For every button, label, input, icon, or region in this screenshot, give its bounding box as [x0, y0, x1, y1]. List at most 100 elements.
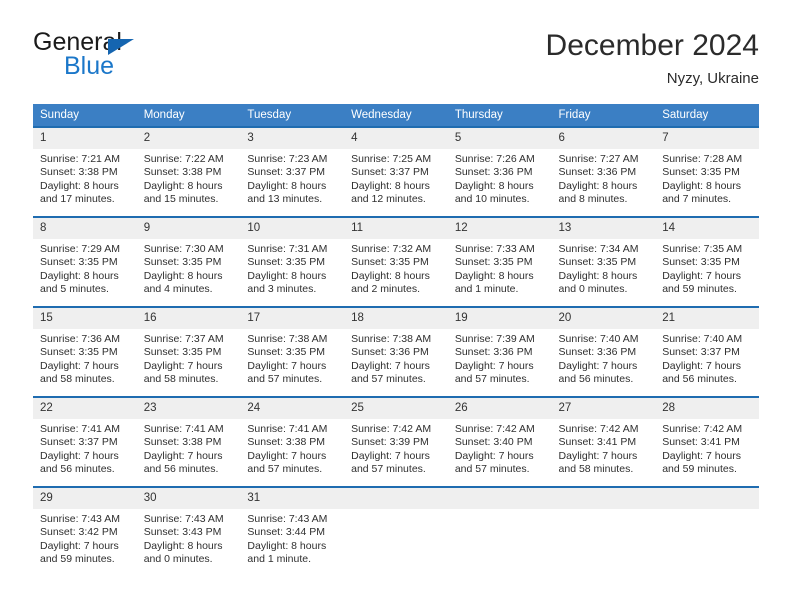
day-number: 9 — [136, 218, 241, 239]
page-header: General Blue December 2024 Nyzy, Ukraine — [33, 28, 759, 90]
sunrise-text: Sunrise: 7:23 AM — [247, 153, 328, 165]
sunset-text: Sunset: 3:41 PM — [662, 436, 740, 449]
sunrise-text: Sunrise: 7:27 AM — [558, 153, 639, 165]
daylight-text: Daylight: 7 hours and 56 minutes. — [662, 359, 742, 386]
general-blue-logo[interactable]: General Blue — [33, 28, 273, 86]
day-details: Sunrise: 7:41 AM Sunset: 3:38 PM Daylight:… — [240, 419, 344, 477]
sunset-text: Sunset: 3:35 PM — [40, 346, 118, 359]
daylight-text: Daylight: 7 hours and 57 minutes. — [454, 449, 534, 476]
calendar-week-row: 8 Sunrise: 7:29 AM Sunset: 3:35 PM Daylight… — [33, 216, 759, 307]
day-number: 20 — [551, 308, 656, 329]
daylight-text: Daylight: 7 hours and 57 minutes. — [351, 449, 430, 476]
day-number: 31 — [240, 488, 345, 509]
daylight-text: Daylight: 8 hours and 13 minutes. — [247, 179, 327, 206]
day-number: 5 — [447, 128, 552, 149]
sunrise-text: Sunrise: 7:33 AM — [454, 243, 535, 255]
calendar-day-cell[interactable]: 27 Sunrise: 7:42 AM Sunset: 3:41 PM Dayligh… — [551, 396, 656, 487]
daylight-text: Daylight: 7 hours and 57 minutes. — [454, 359, 534, 386]
calendar-day-cell[interactable]: 21 Sunrise: 7:40 AM Sunset: 3:37 PM Dayligh… — [655, 306, 759, 397]
day-details: Sunrise: 7:33 AM Sunset: 3:35 PM Daylight:… — [448, 239, 552, 297]
calendar-day-cell[interactable]: 9 Sunrise: 7:30 AM Sunset: 3:35 PM Daylight… — [136, 216, 241, 307]
title-block: December 2024 Nyzy, Ukraine — [546, 28, 759, 88]
calendar-day-cell[interactable]: 23 Sunrise: 7:41 AM Sunset: 3:38 PM Dayligh… — [136, 396, 241, 487]
day-details: Sunrise: 7:39 AM Sunset: 3:36 PM Daylight:… — [448, 329, 552, 387]
day-number: 18 — [344, 308, 448, 329]
day-details: Sunrise: 7:40 AM Sunset: 3:36 PM Daylight:… — [552, 329, 656, 387]
sunset-text: Sunset: 3:37 PM — [662, 346, 740, 359]
calendar-day-cell[interactable]: 28 Sunrise: 7:42 AM Sunset: 3:41 PM Dayligh… — [655, 396, 759, 487]
calendar-day-cell[interactable]: 7 Sunrise: 7:28 AM Sunset: 3:35 PM Daylight… — [655, 126, 759, 217]
day-number: 24 — [240, 398, 345, 419]
sunset-text: Sunset: 3:35 PM — [351, 256, 429, 269]
day-number: 19 — [447, 308, 552, 329]
sunrise-text: Sunrise: 7:36 AM — [40, 333, 120, 345]
day-number: 11 — [344, 218, 448, 239]
calendar-day-cell[interactable]: 17 Sunrise: 7:38 AM Sunset: 3:35 PM Dayligh… — [240, 306, 345, 397]
calendar-day-cell[interactable]: 11 Sunrise: 7:32 AM Sunset: 3:35 PM Dayligh… — [344, 216, 448, 307]
location-subtitle: Nyzy, Ukraine — [666, 70, 759, 87]
calendar-day-cell[interactable]: 13 Sunrise: 7:34 AM Sunset: 3:35 PM Dayligh… — [551, 216, 656, 307]
day-number: 22 — [33, 398, 137, 419]
sunset-text: Sunset: 3:39 PM — [351, 436, 429, 449]
calendar-day-cell[interactable]: 26 Sunrise: 7:42 AM Sunset: 3:40 PM Dayligh… — [447, 396, 552, 487]
calendar-day-cell[interactable]: 4 Sunrise: 7:25 AM Sunset: 3:37 PM Daylight… — [344, 126, 448, 217]
daylight-text: Daylight: 7 hours and 57 minutes. — [247, 359, 327, 386]
day-number: 12 — [447, 218, 552, 239]
sunrise-text: Sunrise: 7:26 AM — [454, 153, 535, 165]
day-number — [344, 488, 448, 509]
sunrise-text: Sunrise: 7:41 AM — [247, 423, 328, 435]
calendar-day-cell[interactable]: 6 Sunrise: 7:27 AM Sunset: 3:36 PM Daylight… — [551, 126, 656, 217]
sunrise-text: Sunrise: 7:22 AM — [143, 153, 224, 165]
sunset-text: Sunset: 3:35 PM — [40, 256, 118, 269]
calendar-day-cell[interactable]: 8 Sunrise: 7:29 AM Sunset: 3:35 PM Daylight… — [33, 216, 137, 307]
calendar-day-cell[interactable]: 20 Sunrise: 7:40 AM Sunset: 3:36 PM Dayligh… — [551, 306, 656, 397]
daylight-text: Daylight: 8 hours and 3 minutes. — [247, 269, 327, 296]
sunset-text: Sunset: 3:35 PM — [247, 256, 326, 269]
day-number: 29 — [33, 488, 137, 509]
sunset-text: Sunset: 3:44 PM — [247, 526, 326, 539]
day-details: Sunrise: 7:41 AM Sunset: 3:37 PM Daylight:… — [33, 419, 137, 477]
calendar-day-cell[interactable]: 1 Sunrise: 7:21 AM Sunset: 3:38 PM Daylight… — [33, 126, 137, 217]
calendar-day-cell[interactable]: 10 Sunrise: 7:31 AM Sunset: 3:35 PM Dayligh… — [240, 216, 345, 307]
daylight-text: Daylight: 7 hours and 56 minutes. — [558, 359, 638, 386]
day-number: 14 — [655, 218, 759, 239]
day-details: Sunrise: 7:38 AM Sunset: 3:36 PM Daylight:… — [344, 329, 448, 387]
day-number: 27 — [551, 398, 656, 419]
calendar-day-cell[interactable]: 12 Sunrise: 7:33 AM Sunset: 3:35 PM Dayligh… — [447, 216, 552, 307]
day-number: 1 — [33, 128, 137, 149]
daylight-text: Daylight: 7 hours and 56 minutes. — [40, 449, 119, 476]
sunrise-text: Sunrise: 7:29 AM — [40, 243, 120, 255]
weekday-header-saturday: Saturday — [655, 104, 759, 127]
sunset-text: Sunset: 3:38 PM — [247, 436, 326, 449]
calendar-empty-cell — [655, 486, 759, 576]
sunset-text: Sunset: 3:35 PM — [558, 256, 637, 269]
sunset-text: Sunset: 3:37 PM — [247, 166, 326, 179]
calendar-day-cell[interactable]: 24 Sunrise: 7:41 AM Sunset: 3:38 PM Dayligh… — [240, 396, 345, 487]
sunrise-text: Sunrise: 7:42 AM — [558, 423, 639, 435]
calendar-day-cell[interactable]: 18 Sunrise: 7:38 AM Sunset: 3:36 PM Dayligh… — [344, 306, 448, 397]
sunrise-text: Sunrise: 7:32 AM — [351, 243, 432, 255]
calendar-day-cell[interactable]: 16 Sunrise: 7:37 AM Sunset: 3:35 PM Dayligh… — [136, 306, 241, 397]
calendar-day-cell[interactable]: 22 Sunrise: 7:41 AM Sunset: 3:37 PM Dayligh… — [33, 396, 137, 487]
day-details: Sunrise: 7:23 AM Sunset: 3:37 PM Daylight:… — [240, 149, 344, 207]
sunset-text: Sunset: 3:35 PM — [662, 166, 740, 179]
sunrise-text: Sunrise: 7:42 AM — [351, 423, 432, 435]
calendar-day-cell[interactable]: 15 Sunrise: 7:36 AM Sunset: 3:35 PM Dayligh… — [33, 306, 137, 397]
calendar-day-cell[interactable]: 25 Sunrise: 7:42 AM Sunset: 3:39 PM Dayligh… — [344, 396, 448, 487]
sunrise-text: Sunrise: 7:21 AM — [40, 153, 120, 165]
calendar-day-cell[interactable]: 31 Sunrise: 7:43 AM Sunset: 3:44 PM Dayligh… — [240, 486, 345, 576]
day-number: 3 — [240, 128, 345, 149]
calendar-week-row: 29 Sunrise: 7:43 AM Sunset: 3:42 PM Dayligh… — [33, 486, 759, 576]
sunrise-text: Sunrise: 7:28 AM — [662, 153, 743, 165]
day-number: 4 — [344, 128, 448, 149]
calendar-day-cell[interactable]: 2 Sunrise: 7:22 AM Sunset: 3:38 PM Daylight… — [136, 126, 241, 217]
calendar-day-cell[interactable]: 5 Sunrise: 7:26 AM Sunset: 3:36 PM Daylight… — [447, 126, 552, 217]
calendar-day-cell[interactable]: 3 Sunrise: 7:23 AM Sunset: 3:37 PM Daylight… — [240, 126, 345, 217]
day-number: 2 — [136, 128, 241, 149]
sunrise-text: Sunrise: 7:41 AM — [143, 423, 224, 435]
calendar-day-cell[interactable]: 29 Sunrise: 7:43 AM Sunset: 3:42 PM Dayligh… — [33, 486, 137, 576]
calendar-day-cell[interactable]: 14 Sunrise: 7:35 AM Sunset: 3:35 PM Dayligh… — [655, 216, 759, 307]
sunset-text: Sunset: 3:35 PM — [454, 256, 533, 269]
calendar-day-cell[interactable]: 30 Sunrise: 7:43 AM Sunset: 3:43 PM Dayligh… — [136, 486, 241, 576]
calendar-day-cell[interactable]: 19 Sunrise: 7:39 AM Sunset: 3:36 PM Dayligh… — [447, 306, 552, 397]
